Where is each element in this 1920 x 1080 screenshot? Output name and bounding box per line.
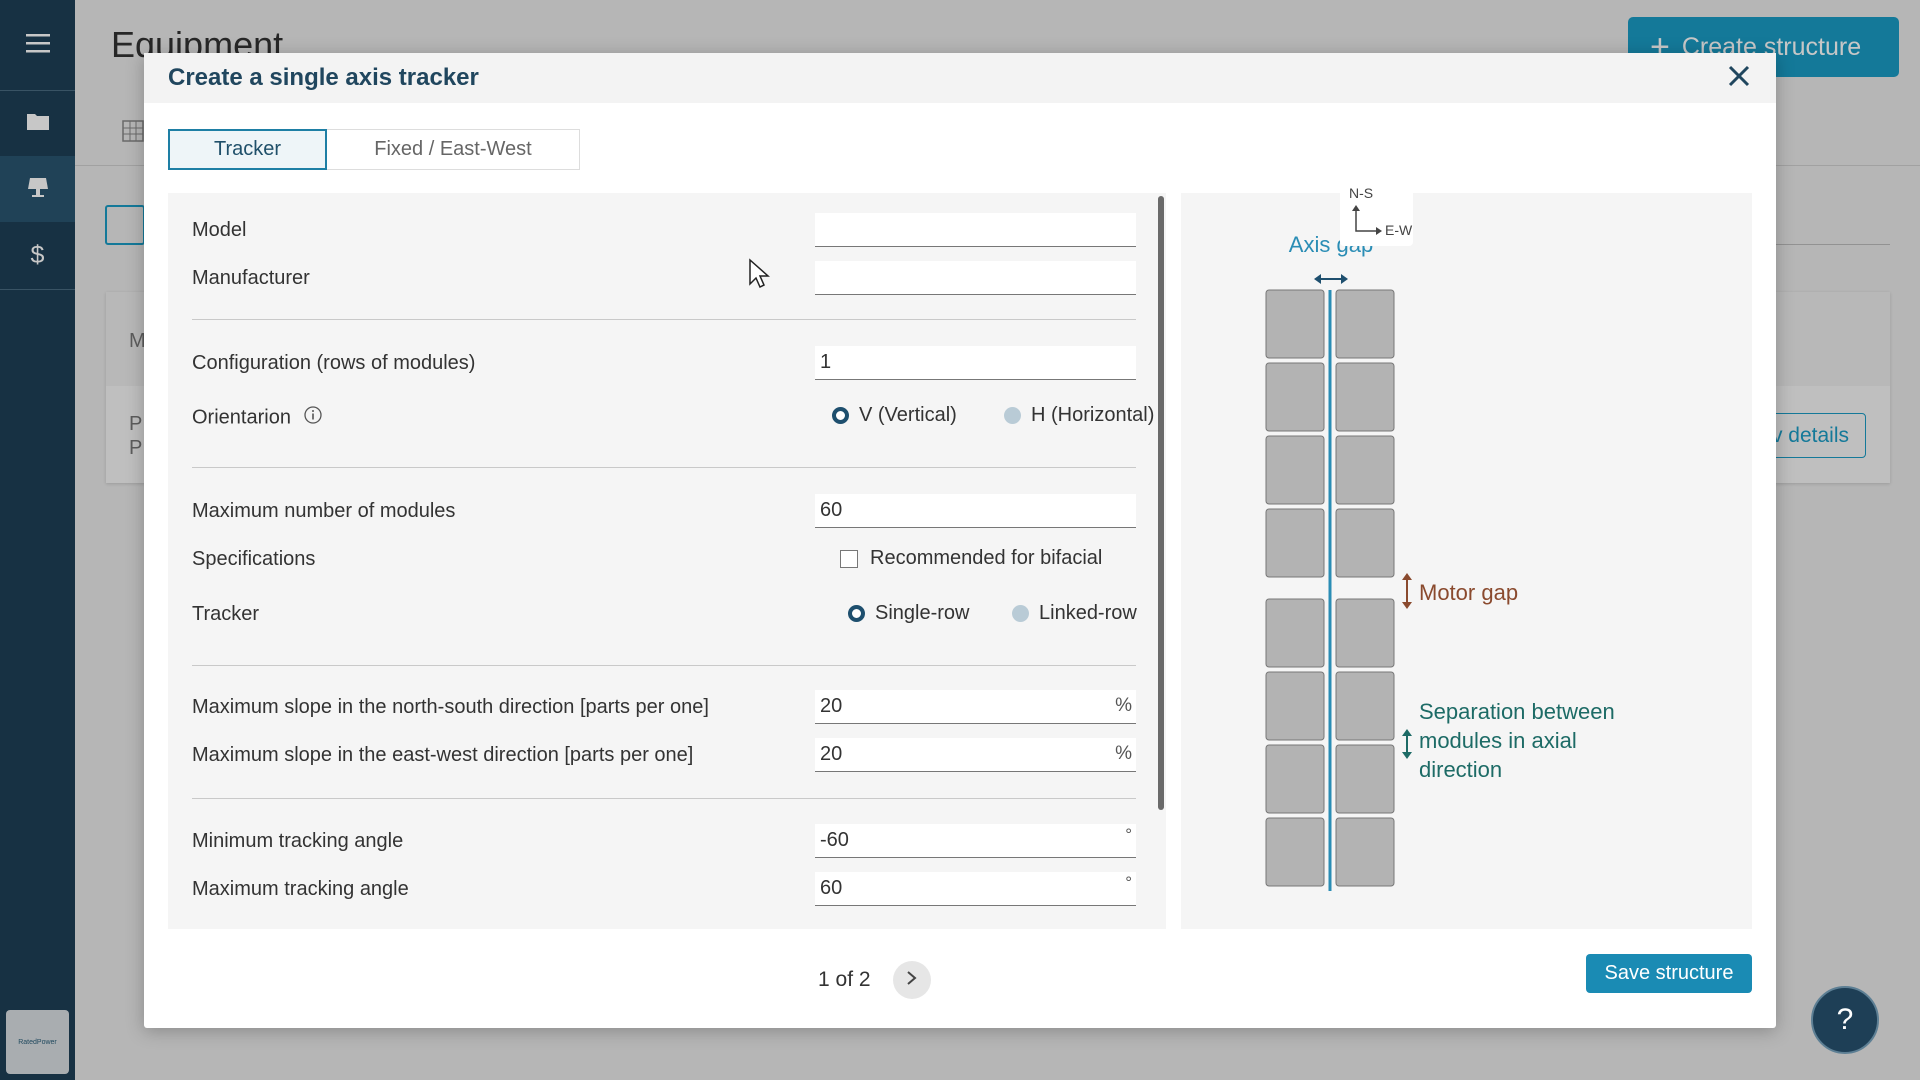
orientation-vertical-radio[interactable]: V (Vertical) (832, 404, 957, 427)
slope-ew-row: Maximum slope in the east-west direction… (192, 738, 1136, 774)
specifications-row: Specifications Recommended for bifacial (192, 542, 1136, 578)
compass-legend: N-S E-W (1340, 176, 1413, 246)
section-divider (192, 798, 1136, 799)
max-angle-row: Maximum tracking angle 60 ° (192, 872, 1136, 908)
separation-label-line-3: direction (1419, 757, 1502, 782)
compass-ns: N-S (1349, 185, 1373, 201)
max-modules-label: Maximum number of modules (192, 500, 456, 522)
modal-title: Create a single axis tracker (168, 64, 479, 91)
pagination: 1 of 2 (818, 961, 931, 999)
degree-unit: ° (1125, 825, 1132, 844)
orientation-horizontal-label: H (Horizontal) (1031, 404, 1155, 426)
tracker-type-label: Tracker (192, 603, 260, 625)
single-row-radio[interactable]: Single-row (848, 602, 969, 625)
slope-ew-label: Maximum slope in the east-west direction… (192, 744, 694, 766)
min-angle-row: Minimum tracking angle -60 ° (192, 824, 1136, 860)
slope-ns-input[interactable]: 20 % (815, 690, 1136, 724)
configuration-label: Configuration (rows of modules) (192, 352, 476, 374)
percent-unit: % (1115, 695, 1132, 716)
single-row-label: Single-row (875, 602, 970, 624)
section-divider (192, 665, 1136, 666)
max-angle-input[interactable]: 60 ° (815, 872, 1136, 906)
linked-row-radio[interactable]: Linked-row (1012, 602, 1137, 625)
separation-label-line-1: Separation between (1419, 699, 1615, 724)
bifacial-checkbox[interactable]: Recommended for bifacial (840, 547, 1102, 570)
model-label: Model (192, 219, 247, 241)
orientation-label-text: Orientarion (192, 406, 291, 429)
slope-ns-value: 20 (820, 695, 843, 717)
configuration-input[interactable]: 1 (815, 346, 1136, 380)
model-input[interactable] (815, 213, 1136, 247)
slope-ns-row: Maximum slope in the north-south directi… (192, 690, 1136, 726)
slope-ew-input[interactable]: 20 % (815, 738, 1136, 772)
max-modules-input[interactable]: 60 (815, 494, 1136, 528)
motor-gap-label: Motor gap (1419, 580, 1518, 605)
form-scrollbar[interactable] (1158, 196, 1164, 810)
min-angle-input[interactable]: -60 ° (815, 824, 1136, 858)
checkbox-icon (840, 549, 858, 568)
min-angle-label: Minimum tracking angle (192, 830, 404, 852)
tab-fixed-east-west[interactable]: Fixed / East-West (327, 129, 580, 170)
page-indicator: 1 of 2 (818, 968, 871, 991)
percent-unit: % (1115, 743, 1132, 764)
orientation-row: Orientarion V (Vertical) H (Horizontal) (192, 399, 1154, 435)
manufacturer-row: Manufacturer (192, 261, 1136, 297)
close-icon (1728, 65, 1750, 92)
help-button[interactable]: ? (1811, 986, 1879, 1054)
form-panel: Model Manufacturer Configuration (rows o… (168, 193, 1166, 929)
manufacturer-label: Manufacturer (192, 267, 310, 289)
mouse-cursor-icon (748, 258, 770, 295)
model-row: Model (192, 213, 1136, 249)
radio-selected-icon (848, 605, 865, 622)
structure-tabs: Tracker Fixed / East-West (168, 129, 580, 170)
tracker-diagram-panel: Axis gap Motor gap Separation between mo… (1181, 193, 1752, 929)
slope-ew-value: 20 (820, 743, 843, 765)
slope-ns-label: Maximum slope in the north-south directi… (192, 696, 709, 718)
compass-ew: E-W (1385, 222, 1413, 238)
modal-header: Create a single axis tracker (144, 53, 1776, 103)
bifacial-label: Recommended for bifacial (870, 547, 1103, 569)
specifications-label: Specifications (192, 548, 316, 570)
max-modules-row: Maximum number of modules 60 (192, 494, 1136, 530)
section-divider (192, 319, 1136, 320)
save-structure-button[interactable]: Save structure (1586, 954, 1752, 993)
tracker-diagram: Axis gap Motor gap Separation between mo… (1265, 232, 1615, 891)
orientation-horizontal-radio[interactable]: H (Horizontal) (1004, 404, 1154, 427)
min-angle-value: -60 (820, 829, 849, 851)
max-angle-value: 60 (820, 877, 843, 899)
info-icon[interactable] (303, 405, 323, 431)
tab-tracker[interactable]: Tracker (168, 129, 327, 170)
section-divider (192, 467, 1136, 468)
motor-gap-arrow (1402, 573, 1412, 609)
manufacturer-input[interactable] (815, 261, 1136, 295)
orientation-label: Orientarion (192, 405, 323, 431)
close-button[interactable] (1724, 63, 1754, 93)
tracker-type-row: Tracker Single-row Linked-row (192, 597, 1137, 633)
separation-label-line-2: modules in axial (1419, 728, 1577, 753)
chevron-right-icon (905, 970, 919, 991)
axis-gap-arrow (1314, 274, 1348, 284)
radio-selected-icon (832, 407, 849, 424)
next-page-button[interactable] (892, 961, 931, 999)
create-tracker-modal: Create a single axis tracker Tracker Fix… (144, 53, 1776, 1028)
linked-row-label: Linked-row (1039, 602, 1137, 624)
max-angle-label: Maximum tracking angle (192, 878, 409, 900)
separation-arrow (1402, 729, 1412, 759)
degree-unit: ° (1125, 873, 1132, 892)
orientation-vertical-label: V (Vertical) (859, 404, 957, 426)
radio-unselected-icon (1012, 605, 1029, 622)
radio-unselected-icon (1004, 407, 1021, 424)
configuration-row: Configuration (rows of modules) 1 (192, 346, 1136, 382)
